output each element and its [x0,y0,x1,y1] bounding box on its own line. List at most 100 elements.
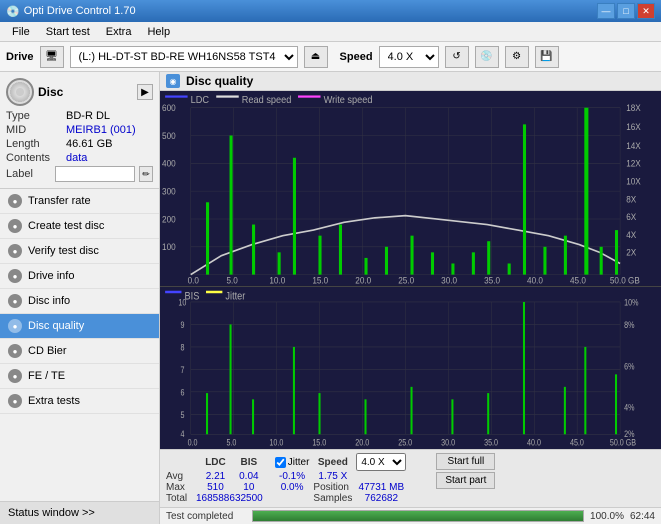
svg-text:Write speed: Write speed [324,95,373,106]
nav-icon-verify-test-disc: ● [8,244,22,258]
type-key: Type [6,110,66,122]
position-label: Position [313,482,352,493]
status-window-button[interactable]: Status window >> [0,501,159,524]
chart-icon: ◉ [166,74,180,88]
contents-row: Contents data [6,152,153,164]
save-button[interactable]: 💾 [535,46,559,68]
svg-text:4X: 4X [626,230,636,240]
max-jitter: 0.0% [271,482,314,493]
nav-label-extra-tests: Extra tests [28,395,80,407]
svg-text:50.0 GB: 50.0 GB [610,438,636,448]
start-part-button[interactable]: Start part [436,472,495,489]
menu-file[interactable]: File [4,24,38,40]
label-input[interactable] [55,166,135,182]
nav-list: ● Transfer rate ●Create test disc●Verify t… [0,189,159,414]
chart-title: Disc quality [186,74,253,88]
nav-item-disc-info[interactable]: ● Disc info [0,289,159,314]
svg-text:10: 10 [178,298,186,308]
progress-time: 62:44 [630,511,655,522]
bottom-chart-svg: BIS Jitter [160,287,661,449]
jitter-checkbox[interactable] [275,457,286,468]
progress-status: Test completed [166,511,246,522]
label-key: Label [6,168,51,180]
svg-text:8%: 8% [624,320,634,330]
samples-label: Samples [313,493,352,504]
nav-item-disc-quality[interactable]: ●Disc quality [0,314,159,339]
nav-label-disc-info: Disc info [28,295,70,307]
nav-item-cd-bier[interactable]: ●CD Bier [0,339,159,364]
max-ldc: 510 [196,482,235,493]
nav-icon-drive-info: ● [8,269,22,283]
ldc-header: LDC [196,453,235,471]
refresh-button[interactable]: ↺ [445,46,469,68]
svg-text:15.0: 15.0 [312,275,328,285]
svg-text:200: 200 [162,214,176,224]
label-edit-button[interactable]: ✏ [139,166,153,182]
drive-select[interactable]: (L:) HL-DT-ST BD-RE WH16NS58 TST4 [70,46,298,68]
nav-item-extra-tests[interactable]: ● Extra tests [0,389,159,414]
speed-select-stats[interactable]: 4.0 X [356,453,406,471]
nav-icon-transfer-rate: ● [8,194,22,208]
max-label: Max [166,482,196,493]
titlebar: 💿 Opti Drive Control 1.70 — □ ✕ [0,0,661,22]
svg-text:25.0: 25.0 [398,275,414,285]
eject-button[interactable]: ⏏ [304,46,328,68]
minimize-button[interactable]: — [597,3,615,19]
svg-text:16X: 16X [626,122,641,132]
menu-extra[interactable]: Extra [98,24,140,40]
status-window-label: Status window >> [8,507,95,519]
svg-text:LDC: LDC [191,95,209,106]
total-label: Total [166,493,196,504]
svg-text:Jitter: Jitter [225,290,245,302]
disc-info-section: Disc ▶ Type BD-R DL MID MEIRB1 (001) Len… [0,72,159,189]
charts-container: LDC Read speed Write speed [160,91,661,449]
settings-button[interactable]: ⚙ [505,46,529,68]
close-button[interactable]: ✕ [637,3,655,19]
drive-label: Drive [6,51,34,63]
svg-text:BIS: BIS [185,290,200,302]
main-layout: Disc ▶ Type BD-R DL MID MEIRB1 (001) Len… [0,72,661,524]
drive-icon-btn[interactable]: 🖥 [40,46,64,68]
menu-help[interactable]: Help [139,24,178,40]
mid-val: MEIRB1 (001) [66,124,136,136]
maximize-button[interactable]: □ [617,3,635,19]
nav-icon-extra-tests: ● [8,394,22,408]
nav-item-verify-test-disc[interactable]: ●Verify test disc [0,239,159,264]
nav-label-transfer-rate: Transfer rate [28,195,91,207]
stats-area: LDC BIS Jitter Speed 4.0 X [160,449,661,507]
svg-text:10.0: 10.0 [269,438,283,448]
disc-info-expand[interactable]: ▶ [137,84,153,100]
svg-text:8X: 8X [626,194,636,204]
nav-item-drive-info[interactable]: ●Drive info [0,264,159,289]
nav-item-fe-te[interactable]: ●FE / TE [0,364,159,389]
nav-icon-cd-bier: ● [8,344,22,358]
svg-text:25.0: 25.0 [398,438,412,448]
type-val: BD-R DL [66,110,110,122]
nav-item-create-test-disc[interactable]: ●Create test disc [0,214,159,239]
menu-start-test[interactable]: Start test [38,24,98,40]
titlebar-controls: — □ ✕ [597,3,655,19]
bottom-chart: BIS Jitter [160,286,661,449]
toolbar: Drive 🖥 (L:) HL-DT-ST BD-RE WH16NS58 TST… [0,42,661,72]
speed-select[interactable]: 4.0 X [379,46,439,68]
bis-header: BIS [235,453,263,471]
length-val: 46.61 GB [66,138,112,150]
start-full-button[interactable]: Start full [436,453,495,470]
progress-container [252,510,584,522]
nav-item-transfer-rate[interactable]: ● Transfer rate [0,189,159,214]
nav-icon-disc-info: ● [8,294,22,308]
svg-text:20.0: 20.0 [355,275,371,285]
progress-fill [253,511,583,521]
svg-text:6X: 6X [626,212,636,222]
mid-key: MID [6,124,66,136]
contents-key: Contents [6,152,66,164]
svg-text:5: 5 [180,410,184,420]
svg-text:400: 400 [162,158,176,168]
speed-label: Speed [340,51,373,63]
app-title: Opti Drive Control 1.70 [24,5,136,17]
avg-ldc: 2.21 [196,471,235,482]
disc-button[interactable]: 💿 [475,46,499,68]
svg-text:4%: 4% [624,403,634,413]
contents-val: data [66,152,87,164]
svg-text:10.0: 10.0 [269,275,285,285]
